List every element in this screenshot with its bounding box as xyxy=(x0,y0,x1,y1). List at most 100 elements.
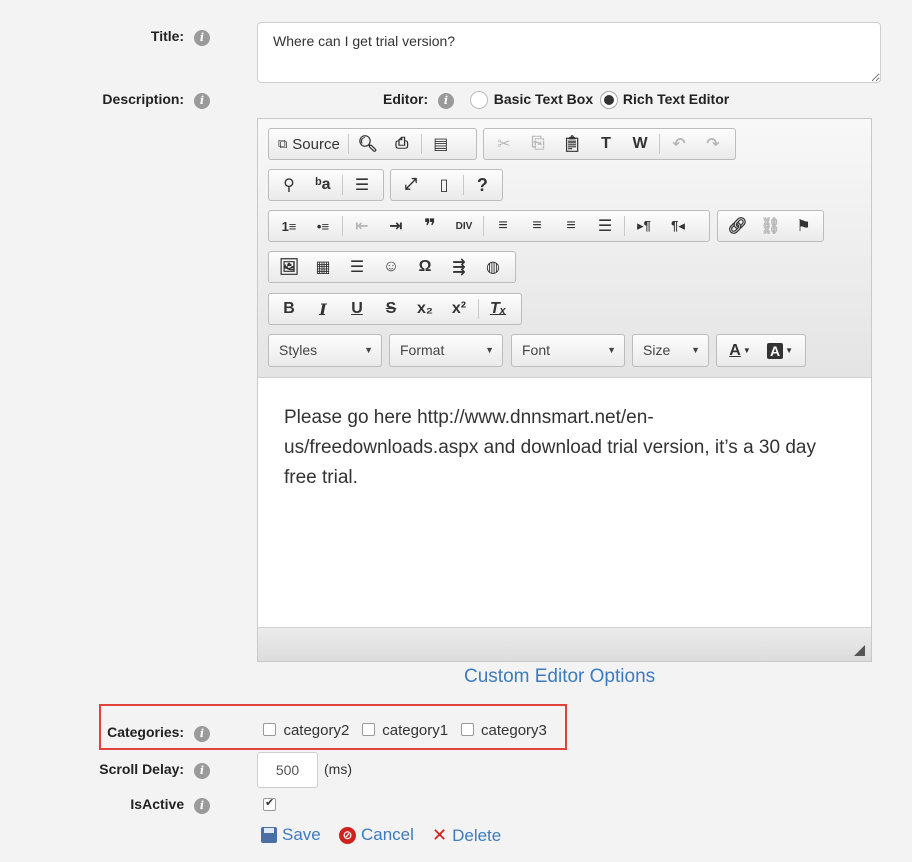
copy-icon[interactable]: ⎘ xyxy=(521,131,555,157)
bulleted-list-icon[interactable]: •≡ xyxy=(306,213,340,239)
toolbar-separator xyxy=(624,216,625,236)
paste-text-icon[interactable]: T xyxy=(589,131,623,157)
source-button[interactable]: ⧉ Source xyxy=(272,131,346,157)
maximize-icon[interactable]: ⤢ xyxy=(394,172,427,198)
unlink-icon[interactable]: ⛓ xyxy=(754,213,787,239)
toolbar-separator xyxy=(462,175,464,195)
print-icon[interactable]: ⎙ xyxy=(385,131,419,157)
chevron-down-icon: ▼ xyxy=(607,345,616,355)
page-break-icon[interactable]: ⇶ xyxy=(442,254,476,280)
toolbar-separator xyxy=(478,299,479,319)
checkbox-category3[interactable] xyxy=(460,723,474,736)
image-icon[interactable]: 🖼︎ xyxy=(272,254,306,280)
cancel-button[interactable]: ⊘ Cancel xyxy=(339,825,414,845)
custom-editor-options-link[interactable]: Custom Editor Options xyxy=(464,666,655,688)
horizontal-line-icon[interactable]: ☰ xyxy=(340,254,374,280)
increase-indent-icon[interactable]: ⇥ xyxy=(379,213,413,239)
ltr-icon[interactable]: ▸¶ xyxy=(627,213,661,239)
editor-label: Editor: xyxy=(383,91,429,107)
format-dropdown-label: Format xyxy=(400,342,445,358)
cancel-icon: ⊘ xyxy=(339,826,356,844)
editor-statusbar xyxy=(258,627,871,661)
info-icon[interactable]: i xyxy=(194,30,210,46)
italic-icon[interactable]: I xyxy=(306,296,340,322)
radio-basic-text-box-label[interactable]: Basic Text Box xyxy=(494,91,593,107)
radio-rich-text-editor[interactable] xyxy=(601,92,618,109)
replace-icon[interactable]: ᵇa xyxy=(306,172,340,198)
radio-rich-text-editor-label[interactable]: Rich Text Editor xyxy=(623,91,729,107)
redo-icon[interactable]: ↷ xyxy=(696,131,730,157)
category3-label[interactable]: category3 xyxy=(481,722,547,739)
info-icon[interactable]: i xyxy=(194,798,210,814)
align-left-icon[interactable]: ≡ xyxy=(486,213,520,239)
resize-handle-icon[interactable] xyxy=(854,645,865,656)
title-input[interactable]: Where can I get trial version? xyxy=(257,22,881,83)
toolbar-separator xyxy=(420,134,422,154)
underline-icon[interactable]: U xyxy=(340,296,374,322)
iframe-globe-icon[interactable]: ◍ xyxy=(476,254,510,280)
find-icon[interactable]: ⚲ xyxy=(272,172,306,198)
font-dropdown-label: Font xyxy=(522,342,551,358)
checkbox-category2[interactable] xyxy=(263,723,276,736)
templates-icon[interactable]: ▤ xyxy=(424,131,458,157)
align-center-icon[interactable]: ≡ xyxy=(520,213,554,239)
source-label: Source xyxy=(292,135,340,153)
table-icon[interactable]: ▦ xyxy=(306,254,340,280)
select-all-icon[interactable]: ☰ xyxy=(345,172,379,198)
radio-basic-text-box[interactable] xyxy=(469,91,488,110)
numbered-list-icon[interactable]: 1≡ xyxy=(272,213,306,239)
align-right-icon[interactable]: ≡ xyxy=(554,213,588,239)
size-dropdown[interactable]: Size ▼ xyxy=(632,334,709,367)
anchor-flag-icon[interactable]: ⚑ xyxy=(787,213,820,239)
chevron-down-icon: ▼ xyxy=(364,345,373,355)
rtl-icon[interactable]: ¶◂ xyxy=(661,213,695,239)
show-blocks-icon[interactable]: ▯ xyxy=(427,172,460,198)
toolbar-group-insert: 🖼︎ ▦ ☰ ☺ Ω ⇶ ◍ xyxy=(268,251,516,283)
paste-icon[interactable]: 📋︎ xyxy=(555,131,589,157)
styles-dropdown[interactable]: Styles ▼ xyxy=(268,334,382,367)
text-color-icon[interactable]: A ▼ xyxy=(720,338,760,364)
decrease-indent-icon[interactable]: ⇤ xyxy=(345,213,379,239)
isactive-label: IsActive i xyxy=(0,796,210,814)
smiley-icon[interactable]: ☺ xyxy=(374,254,408,280)
editor-content[interactable]: Please go here http://www.dnnsmart.net/e… xyxy=(258,378,871,628)
info-icon[interactable]: i xyxy=(438,93,454,109)
paste-word-icon[interactable]: W xyxy=(623,131,657,157)
cut-icon[interactable]: ✂ xyxy=(487,131,521,157)
font-dropdown[interactable]: Font ▼ xyxy=(511,334,625,367)
special-char-icon[interactable]: Ω xyxy=(408,254,442,280)
category1-label[interactable]: category1 xyxy=(382,722,448,739)
cancel-label: Cancel xyxy=(361,825,414,844)
toolbar-group-basicstyles: B I U S x₂ x² Tₓ xyxy=(268,293,522,325)
link-icon[interactable]: 🔗︎ xyxy=(721,213,754,239)
save-label: Save xyxy=(282,825,321,844)
create-div-icon[interactable]: DIV xyxy=(447,213,481,239)
scroll-delay-input[interactable]: 500 xyxy=(257,752,318,788)
subscript-icon[interactable]: x₂ xyxy=(408,296,442,322)
delete-x-icon: ✕ xyxy=(432,825,448,845)
save-button[interactable]: Save xyxy=(261,825,321,845)
blockquote-icon[interactable]: ❞ xyxy=(413,213,447,239)
background-color-icon[interactable]: A ▼ xyxy=(760,338,800,364)
isactive-checkbox[interactable] xyxy=(263,796,276,811)
delete-button[interactable]: ✕ Delete xyxy=(432,825,501,846)
categories-label: Categories: i xyxy=(0,724,210,742)
help-icon[interactable]: ? xyxy=(466,172,499,198)
superscript-icon[interactable]: x² xyxy=(442,296,476,322)
bold-icon[interactable]: B xyxy=(272,296,306,322)
info-icon[interactable]: i xyxy=(194,93,210,109)
undo-icon[interactable]: ↶ xyxy=(662,131,696,157)
remove-format-icon[interactable]: Tₓ xyxy=(481,296,515,322)
checkbox-category1[interactable] xyxy=(361,723,375,736)
preview-icon[interactable]: 🔍︎ xyxy=(351,131,385,157)
format-dropdown[interactable]: Format ▼ xyxy=(389,334,503,367)
floppy-disk-icon xyxy=(261,827,277,843)
toolbar-separator xyxy=(659,134,660,154)
categories-label-text: Categories: xyxy=(107,724,185,740)
info-icon[interactable]: i xyxy=(194,763,210,779)
scroll-delay-unit: (ms) xyxy=(324,761,352,777)
info-icon[interactable]: i xyxy=(194,726,210,742)
strikethrough-icon[interactable]: S xyxy=(374,296,408,322)
align-justify-icon[interactable]: ☰ xyxy=(588,213,622,239)
category2-label[interactable]: category2 xyxy=(283,722,349,739)
